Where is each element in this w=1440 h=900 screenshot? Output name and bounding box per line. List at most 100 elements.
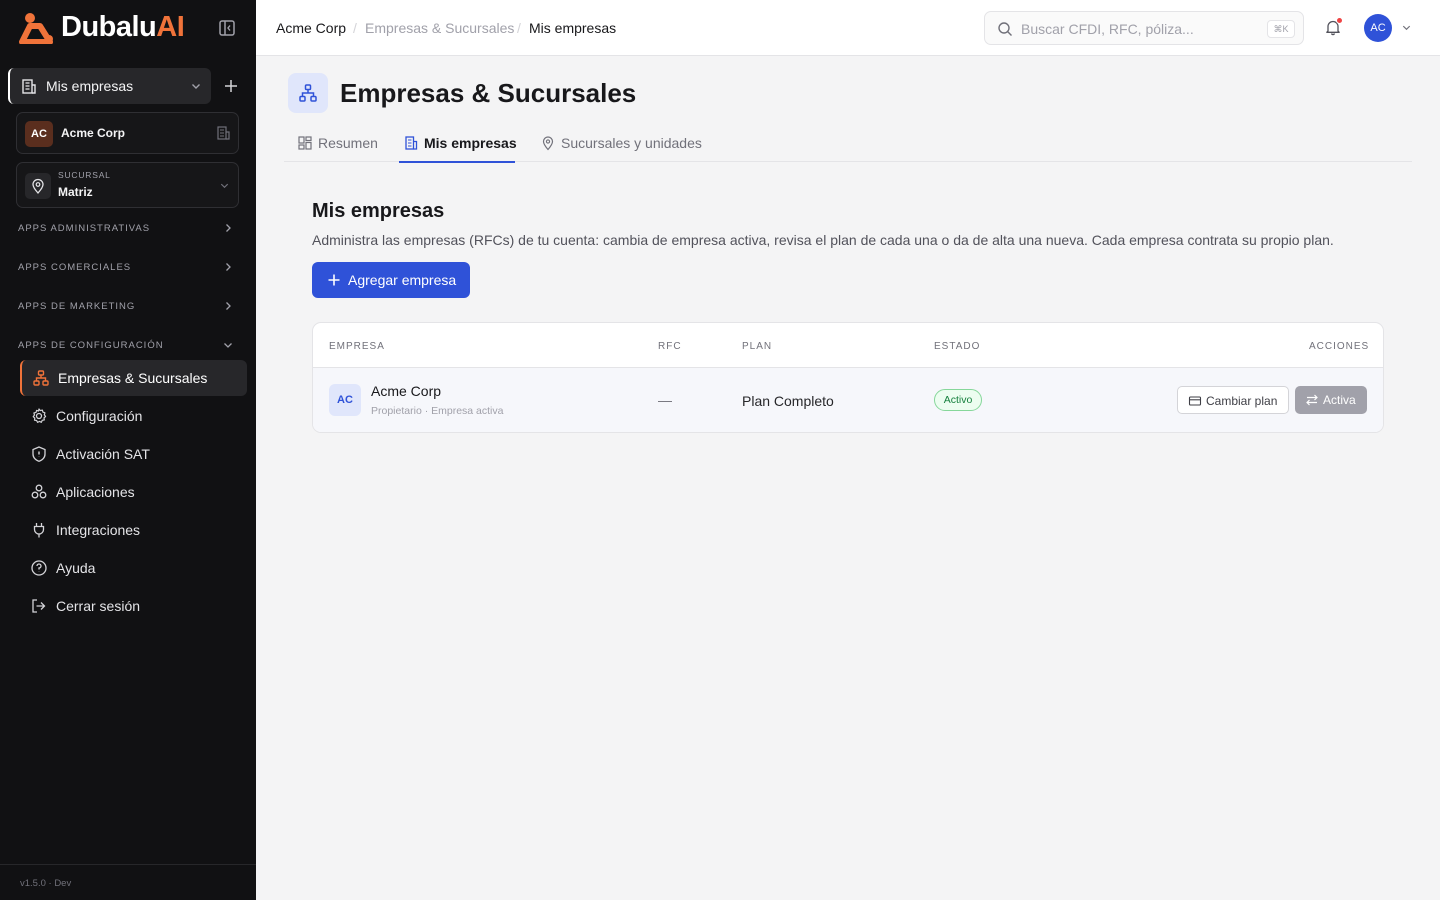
- change-plan-label: Cambiar plan: [1206, 394, 1278, 408]
- column-header-rfc: RFC: [658, 341, 682, 352]
- logo[interactable]: DubaluAI: [0, 0, 256, 56]
- dashboard-icon: [298, 136, 312, 150]
- active-company-button[interactable]: Activa: [1295, 386, 1367, 414]
- chevron-right-icon: [226, 302, 231, 310]
- section-apps-marketing[interactable]: APPS DE MARKETING: [18, 297, 238, 317]
- sidebar-item-cerrar-sesion[interactable]: Cerrar sesión: [20, 588, 247, 624]
- table-header: EMPRESA RFC PLAN ESTADO ACCIONES: [313, 323, 1383, 368]
- company-name: Acme Corp: [61, 126, 126, 140]
- sidebar-item-ayuda[interactable]: Ayuda: [20, 550, 247, 586]
- top-bar: Acme Corp / Empresas & Sucursales / Mis …: [256, 0, 1440, 56]
- section-apps-administrativas[interactable]: APPS ADMINISTRATIVAS: [18, 219, 238, 239]
- org-chart-icon: [33, 370, 49, 386]
- column-header-estado: ESTADO: [934, 341, 981, 352]
- switch-arrows-icon: [1306, 394, 1318, 406]
- sidebar-item-aplicaciones[interactable]: Aplicaciones: [20, 474, 247, 510]
- building-icon: [22, 79, 36, 94]
- column-header-empresa: EMPRESA: [329, 341, 385, 352]
- tab-label: Sucursales y unidades: [561, 135, 702, 151]
- tab-mis-empresas[interactable]: Mis empresas: [399, 124, 517, 163]
- current-company-card[interactable]: AC Acme Corp: [16, 112, 239, 154]
- branch-selector[interactable]: SUCURSAL Matriz: [16, 162, 239, 208]
- notification-dot: [1336, 17, 1343, 24]
- tab-label: Mis empresas: [424, 135, 517, 151]
- sidebar-item-label: Ayuda: [56, 560, 96, 576]
- breadcrumb-company[interactable]: Acme Corp: [276, 20, 346, 36]
- sidebar-item-label: Configuración: [56, 408, 143, 424]
- plus-icon: [328, 274, 340, 286]
- help-icon: [31, 560, 47, 576]
- map-pin-icon: [25, 173, 51, 199]
- page-title: Empresas & Sucursales: [340, 78, 637, 108]
- credit-card-icon: [1188, 396, 1202, 406]
- sidebar-item-label: Empresas & Sucursales: [58, 370, 208, 386]
- tabs: Resumen Mis empresas Sucursales y unidad…: [284, 124, 1412, 163]
- org-chart-icon: [299, 84, 317, 102]
- branch-value: Matriz: [58, 185, 93, 199]
- search-icon: [998, 22, 1012, 36]
- company-subtitle: Propietario · Empresa activa: [371, 405, 504, 417]
- sidebar-item-label: Integraciones: [56, 522, 141, 538]
- sidebar-item-integraciones[interactable]: Integraciones: [20, 512, 247, 548]
- breadcrumb-section[interactable]: Empresas & Sucursales: [365, 20, 514, 36]
- version-label: v1.5.0 · Dev: [20, 878, 72, 889]
- sidebar-item-label: Activación SAT: [56, 446, 150, 462]
- chevron-down-icon: [220, 183, 229, 189]
- building-icon: [405, 136, 418, 150]
- change-plan-button[interactable]: Cambiar plan: [1177, 386, 1289, 414]
- chevron-down-icon: [224, 343, 232, 348]
- map-pin-icon: [542, 136, 554, 151]
- table-row: AC Acme Corp Propietario · Empresa activ…: [313, 368, 1383, 432]
- sidebar-item-label: Aplicaciones: [56, 484, 135, 500]
- section-label: APPS DE CONFIGURACIÓN: [18, 340, 164, 351]
- gear-icon: [32, 408, 47, 423]
- column-header-plan: PLAN: [742, 341, 773, 352]
- breadcrumb-separator: /: [517, 20, 521, 36]
- chevron-down-icon[interactable]: [1401, 22, 1412, 33]
- section-label: APPS ADMINISTRATIVAS: [18, 223, 151, 234]
- section-label: APPS COMERCIALES: [18, 262, 132, 273]
- apps-icon: [31, 484, 47, 499]
- logo-mark-icon: [19, 13, 53, 44]
- company-switcher[interactable]: Mis empresas: [8, 68, 211, 104]
- companies-table: EMPRESA RFC PLAN ESTADO ACCIONES AC Acme…: [312, 322, 1384, 433]
- sidebar-item-activacion-sat[interactable]: Activación SAT: [20, 436, 247, 472]
- chevron-down-icon: [192, 84, 200, 89]
- company-rfc: —: [658, 392, 672, 408]
- column-header-acciones: ACCIONES: [1309, 341, 1370, 352]
- section-apps-comerciales[interactable]: APPS COMERCIALES: [18, 258, 238, 278]
- logout-icon: [32, 599, 46, 613]
- company-avatar: AC: [329, 384, 361, 416]
- user-avatar[interactable]: AC: [1364, 14, 1392, 42]
- tab-resumen[interactable]: Resumen: [297, 124, 389, 162]
- chevron-right-icon: [226, 263, 231, 271]
- sidebar-item-empresas-sucursales[interactable]: Empresas & Sucursales: [20, 360, 247, 396]
- section-label: APPS DE MARKETING: [18, 301, 136, 312]
- section-description: Administra las empresas (RFCs) de tu cue…: [312, 232, 1334, 248]
- branch-caption: SUCURSAL: [58, 170, 111, 180]
- company-avatar: AC: [25, 121, 53, 147]
- breadcrumb-separator: /: [353, 20, 357, 36]
- collapse-sidebar-icon[interactable]: [218, 19, 236, 37]
- company-plan: Plan Completo: [742, 393, 834, 409]
- active-label: Activa: [1323, 393, 1356, 407]
- page-icon: [288, 73, 328, 113]
- search-placeholder: Buscar CFDI, RFC, póliza...: [1021, 21, 1194, 37]
- company-name: Acme Corp: [371, 383, 442, 399]
- sidebar-item-configuracion[interactable]: Configuración: [20, 398, 247, 434]
- version-footer: v1.5.0 · Dev: [0, 864, 256, 900]
- search-shortcut: ⌘K: [1267, 20, 1295, 38]
- shield-icon: [32, 446, 46, 462]
- search-input[interactable]: Buscar CFDI, RFC, póliza... ⌘K: [984, 11, 1304, 45]
- section-apps-configuracion[interactable]: APPS DE CONFIGURACIÓN: [18, 336, 238, 356]
- building-icon: [217, 126, 230, 140]
- breadcrumb-current: Mis empresas: [529, 20, 617, 36]
- tab-label: Resumen: [318, 135, 378, 151]
- logo-text: DubaluAI: [61, 11, 185, 43]
- plug-icon: [33, 523, 45, 538]
- tab-sucursales-unidades[interactable]: Sucursales y unidades: [540, 124, 710, 162]
- add-company-button[interactable]: Agregar empresa: [312, 262, 470, 298]
- sidebar-item-label: Cerrar sesión: [56, 598, 141, 614]
- add-company-icon[interactable]: [222, 77, 240, 95]
- section-title: Mis empresas: [312, 200, 445, 222]
